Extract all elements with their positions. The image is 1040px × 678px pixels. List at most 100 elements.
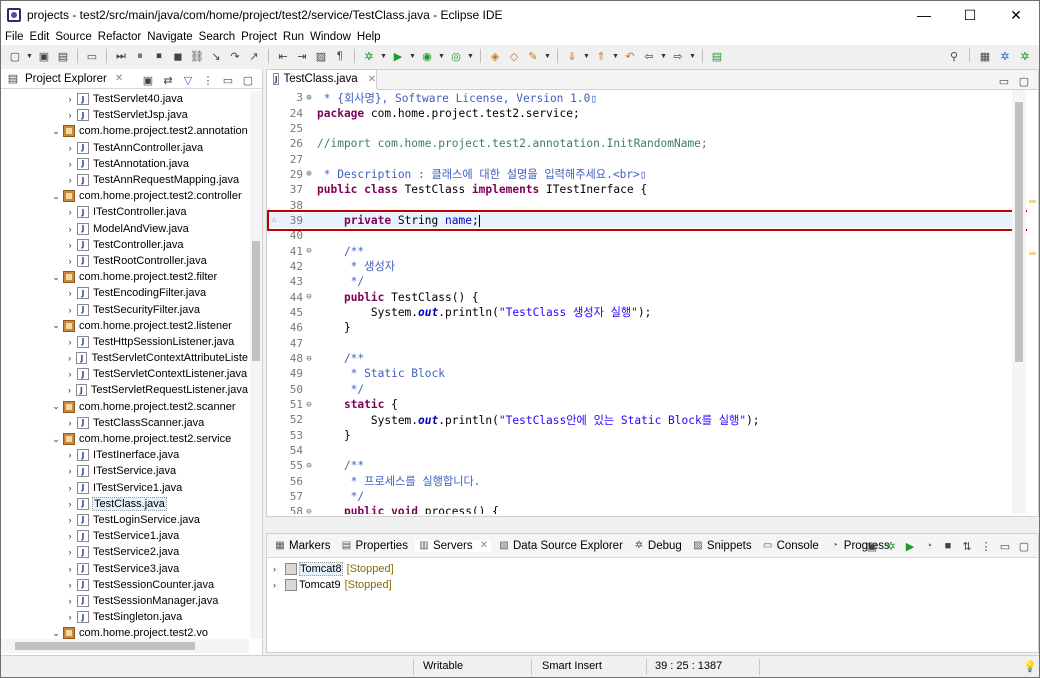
code-line[interactable]: 54 (267, 443, 1012, 458)
close-icon[interactable]: ✕ (368, 74, 376, 85)
forward-dropdown-icon[interactable]: ▼ (689, 48, 696, 64)
collapse-arrow-icon[interactable]: ⌄ (51, 191, 61, 202)
expand-arrow-icon[interactable]: › (65, 564, 75, 574)
tree-file[interactable]: › J TestSecurityFilter.java (1, 301, 249, 317)
back-dropdown-icon[interactable]: ▼ (660, 48, 667, 64)
profile-icon[interactable]: ◔ (921, 538, 937, 554)
tree-file[interactable]: › J TestController.java (1, 237, 249, 253)
new-dropdown-icon[interactable]: ▼ (26, 48, 33, 64)
code-line[interactable]: 52 System.out.println("TestClass안에 있는 St… (267, 412, 1012, 427)
editor-tab-testclass[interactable]: J TestClass.java ✕ (267, 70, 377, 90)
drop-to-frame-icon[interactable]: ⇤ (275, 48, 291, 64)
code-line[interactable]: 48 ⊖ /** (267, 351, 1012, 366)
tab-servers[interactable]: ▥ Servers ✕ (414, 539, 491, 552)
code-line[interactable]: 3 ⊕ * {회사명}, Software License, Version 1.… (267, 90, 1012, 105)
code-line[interactable]: 40 (267, 228, 1012, 243)
tree-package[interactable]: ⌄ com.home.project.test2.controller (1, 188, 249, 204)
code-line[interactable]: 45 System.out.println("TestClass 생성자 실행"… (267, 305, 1012, 320)
maximize-view-icon[interactable]: ▢ (240, 72, 256, 88)
back-icon[interactable]: ⇦ (641, 48, 657, 64)
code-line[interactable]: 44 ⊖ public TestClass() { (267, 289, 1012, 304)
expand-arrow-icon[interactable]: › (65, 159, 75, 169)
expand-arrow-icon[interactable]: › (65, 224, 75, 234)
code-line[interactable]: 43 */ (267, 274, 1012, 289)
last-edit-icon[interactable]: ↶ (622, 48, 638, 64)
expand-arrow-icon[interactable]: › (65, 418, 75, 428)
tab-data-source-explorer[interactable]: ▧ Data Source Explorer (495, 540, 626, 552)
previous-annotation-icon[interactable]: ⇑ (593, 48, 609, 64)
start-server-icon[interactable]: ▶ (902, 538, 918, 554)
maximize-view-icon[interactable]: ▢ (1016, 73, 1032, 89)
stop-server-icon[interactable]: ■ (940, 538, 956, 554)
start-debug-icon[interactable]: ✲ (883, 538, 899, 554)
code-line[interactable]: 46 } (267, 320, 1012, 335)
terminal-icon[interactable]: ▭ (84, 48, 100, 64)
tree-file[interactable]: › J TestClassScanner.java (1, 415, 249, 431)
close-button[interactable]: ✕ (993, 1, 1039, 29)
open-perspective-icon[interactable]: ▦ (977, 48, 993, 64)
expand-arrow-icon[interactable]: › (65, 288, 75, 298)
minimize-view-icon[interactable]: ▭ (997, 538, 1013, 554)
view-menu-icon[interactable]: ⋮ (200, 72, 216, 88)
expand-arrow-icon[interactable]: › (65, 143, 75, 153)
menu-window[interactable]: Window (308, 31, 355, 43)
close-icon[interactable]: ✕ (480, 540, 488, 551)
expand-arrow-icon[interactable]: › (273, 564, 283, 574)
external-tools-dropdown-icon[interactable]: ▼ (467, 48, 474, 64)
tree-package[interactable]: ⌄ com.home.project.test2.listener (1, 318, 249, 334)
tree-file[interactable]: › J TestAnnRequestMapping.java (1, 172, 249, 188)
tree-file[interactable]: › J TestService3.java (1, 560, 249, 576)
view-menu-icon[interactable]: ⋮ (978, 538, 994, 554)
expand-arrow-icon[interactable]: › (65, 580, 75, 590)
save-icon[interactable]: ▣ (36, 48, 52, 64)
step-return-icon[interactable]: ↗ (246, 48, 262, 64)
debug-dropdown-icon[interactable]: ▼ (380, 48, 387, 64)
collapse-arrow-icon[interactable]: ⌄ (51, 434, 61, 445)
code-line[interactable]: 25 (267, 121, 1012, 136)
collapse-arrow-icon[interactable]: ⌄ (51, 272, 61, 283)
debug-perspective-icon[interactable]: ✲ (1017, 48, 1033, 64)
tree-package[interactable]: ⌄ com.home.project.test2.service (1, 431, 249, 447)
tree-file[interactable]: › J TestServletJsp.java (1, 107, 249, 123)
tree-file[interactable]: › J ITestService.java (1, 463, 249, 479)
overview-marker[interactable] (1029, 252, 1036, 255)
code-line[interactable]: 41 ⊖ /** (267, 243, 1012, 258)
overview-marker[interactable] (1029, 200, 1036, 203)
fold-toggle-icon[interactable]: ⊖ (303, 246, 315, 256)
expand-arrow-icon[interactable]: › (65, 531, 75, 541)
collapse-arrow-icon[interactable]: ⌄ (51, 126, 61, 137)
scrollbar-thumb[interactable] (15, 642, 195, 650)
new-icon[interactable]: ▢ (7, 48, 23, 64)
code-area[interactable]: 3 ⊕ * {회사명}, Software License, Version 1.… (267, 90, 1012, 514)
code-line[interactable]: 55 ⊖ /** (267, 458, 1012, 473)
fold-toggle-icon[interactable]: ⊖ (303, 292, 315, 302)
menu-file[interactable]: File (3, 31, 28, 43)
menu-navigate[interactable]: Navigate (145, 31, 196, 43)
show-whitespace-icon[interactable]: ¶ (332, 48, 348, 64)
tree-package[interactable]: ⌄ com.home.project.test2.scanner (1, 399, 249, 415)
fold-toggle-icon[interactable]: ⊕ (303, 93, 315, 103)
external-tools-icon[interactable]: ◎ (448, 48, 464, 64)
fold-toggle-icon[interactable]: ⊖ (303, 461, 315, 471)
collapse-arrow-icon[interactable]: ⌄ (51, 401, 61, 412)
maximize-button[interactable]: ☐ (947, 1, 993, 29)
server-row[interactable]: › Tomcat8 [Stopped] (267, 561, 1038, 577)
menu-search[interactable]: Search (197, 31, 239, 43)
pin-editor-icon[interactable]: ▤ (709, 48, 725, 64)
toggle-mark-icon[interactable]: ▨ (313, 48, 329, 64)
fold-toggle-icon[interactable]: ⊖ (303, 507, 315, 514)
collapse-arrow-icon[interactable]: ⌄ (51, 628, 61, 639)
tree-file[interactable]: › J TestService1.java (1, 528, 249, 544)
minimize-view-icon[interactable]: ▭ (220, 72, 236, 88)
code-line[interactable]: 26 //import com.home.project.test2.annota… (267, 136, 1012, 151)
fold-toggle-icon[interactable]: ⊖ (303, 400, 315, 410)
tree-file[interactable]: › J ModelAndView.java (1, 221, 249, 237)
tree-vertical-scrollbar[interactable] (250, 91, 262, 639)
tree-file[interactable]: › J ITestService1.java (1, 480, 249, 496)
tree-file[interactable]: › J TestRootController.java (1, 253, 249, 269)
tree-package[interactable]: ⌄ com.home.project.test2.filter (1, 269, 249, 285)
tree-file[interactable]: › J TestEncodingFilter.java (1, 285, 249, 301)
run-icon[interactable]: ▶ (390, 48, 406, 64)
step-into-icon[interactable]: ↘ (208, 48, 224, 64)
search-icon[interactable]: ⚲ (946, 48, 962, 64)
